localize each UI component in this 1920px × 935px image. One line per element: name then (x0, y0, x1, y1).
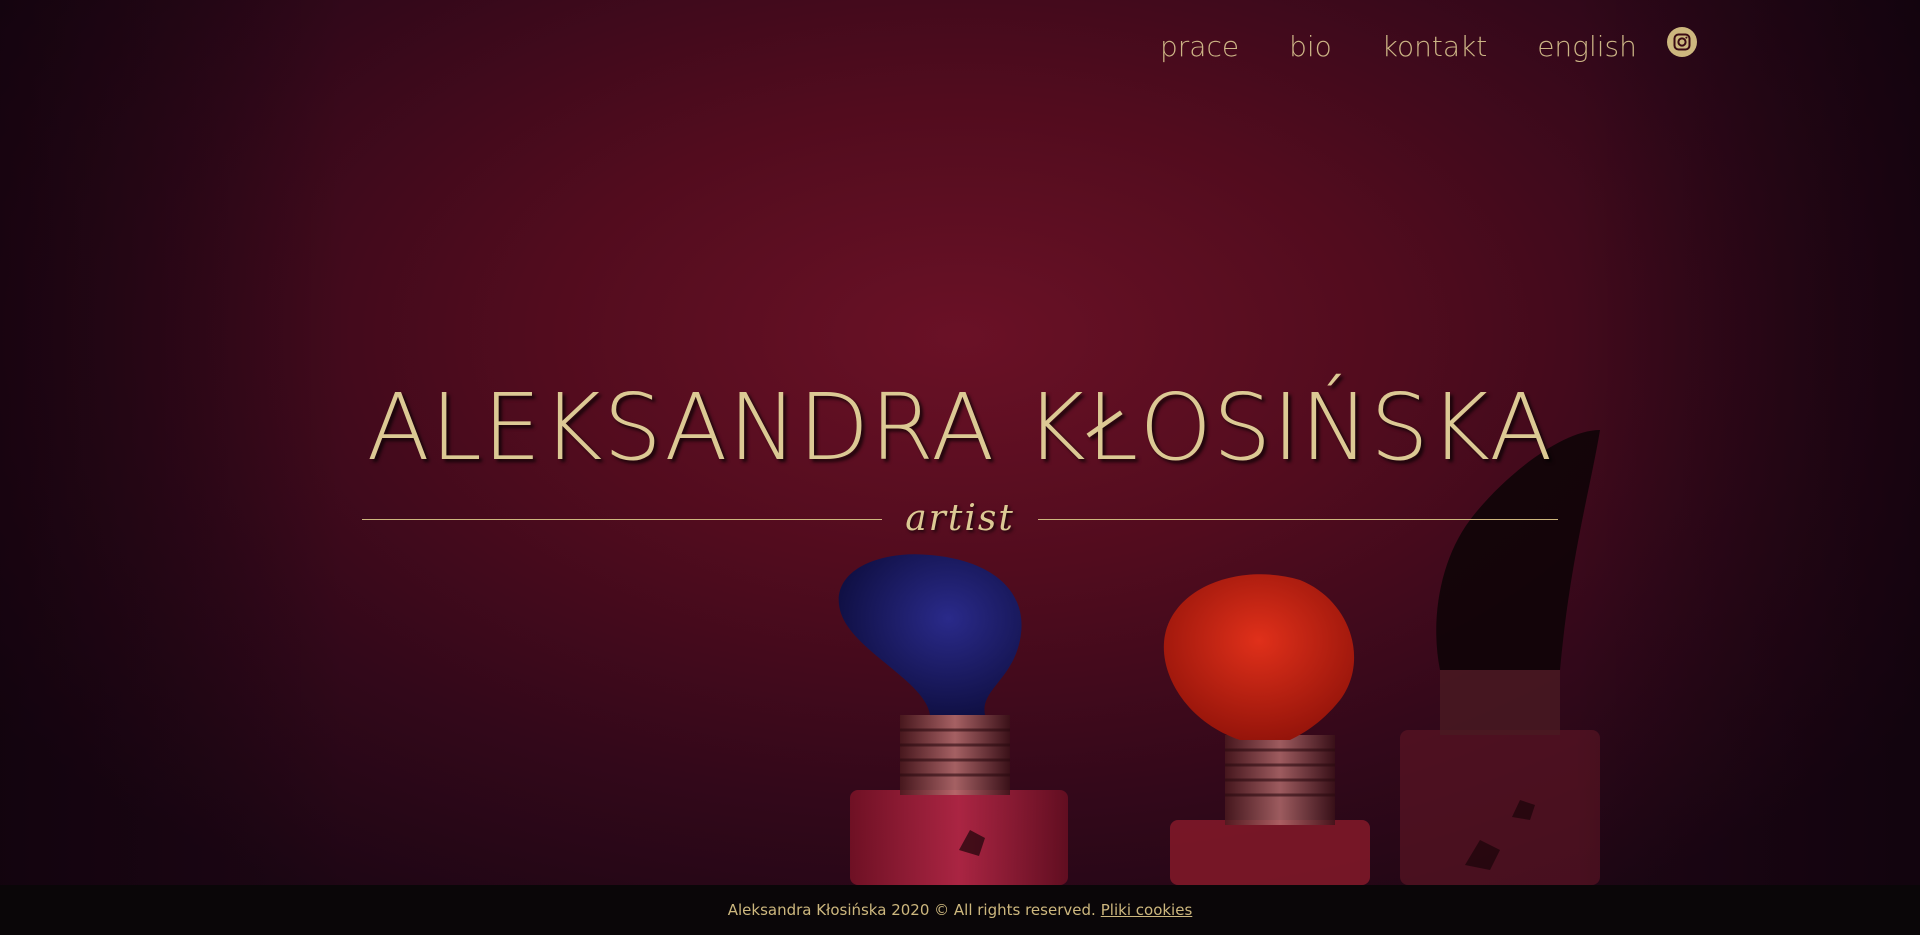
page-title: ALEKSANDRA KŁOSIŃSKA (366, 374, 1554, 481)
divider-right (1038, 519, 1558, 520)
nav-link-english[interactable]: english (1537, 30, 1637, 63)
nav-link-prace[interactable]: prace (1160, 30, 1239, 63)
footer: Aleksandra Kłosińska 2020 © All rights r… (0, 885, 1920, 935)
main-nav: prace bio kontakt english (1160, 22, 1697, 70)
page: prace bio kontakt english ALEKSANDRA KŁO… (0, 0, 1920, 935)
cookies-link[interactable]: Pliki cookies (1101, 901, 1193, 919)
nav-link-bio[interactable]: bio (1289, 30, 1332, 63)
footer-copyright: Aleksandra Kłosińska 2020 © All rights r… (727, 901, 1096, 919)
instagram-icon[interactable] (1666, 27, 1697, 57)
nav-link-kontakt[interactable]: kontakt (1382, 30, 1487, 63)
subtitle-row: artist (362, 492, 1558, 546)
